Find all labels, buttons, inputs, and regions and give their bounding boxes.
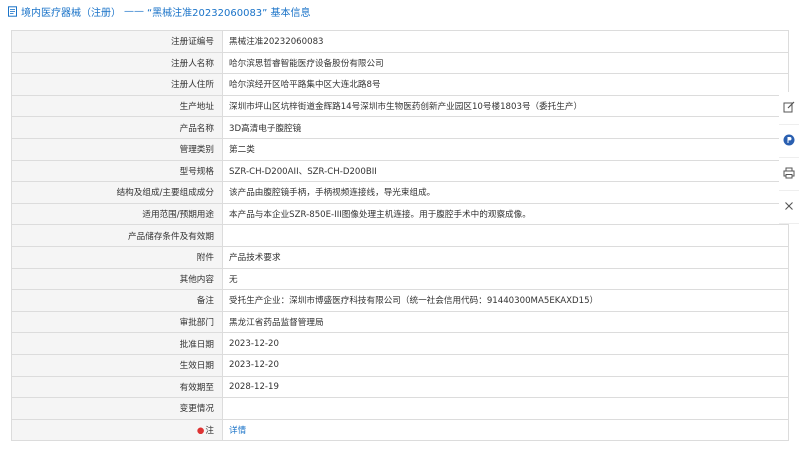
print-tool-button[interactable] xyxy=(779,158,799,191)
table-row: 型号规格 SZR-CH-D200AII、SZR-CH-D200BII xyxy=(11,159,789,183)
row-label: 审批部门 xyxy=(11,310,223,334)
row-value xyxy=(222,224,789,247)
table-row: 产品名称 3D高清电子腹腔镜 xyxy=(11,116,789,139)
table-row-note: ●注 详情 xyxy=(11,418,789,442)
row-value: 2028-12-19 xyxy=(222,375,789,399)
table-row: 注册人住所 哈尔滨经开区哈平路集中区大连北路8号 xyxy=(11,73,789,96)
required-star-icon: ● xyxy=(196,425,205,436)
row-label: 注册人名称 xyxy=(11,51,223,75)
page: 境内医疗器械（注册） —— “黑械注准20232060083” 基本信息 注册证… xyxy=(0,0,799,471)
table-row: 生产地址 深圳市坪山区坑梓街道金辉路14号深圳市生物医药创新产业园区10号楼18… xyxy=(11,94,789,118)
row-label: 结构及组成/主要组成成分 xyxy=(11,181,223,204)
row-value: 黑械注准20232060083 xyxy=(222,30,789,53)
table-row: 适用范围/预期用途 本产品与本企业SZR-850E-III图像处理主机连接。用于… xyxy=(11,202,789,226)
page-title: “黑械注准20232060083” 基本信息 xyxy=(147,7,311,19)
row-label: 附件 xyxy=(11,245,223,269)
header-separator: —— xyxy=(124,5,144,17)
print-icon xyxy=(783,167,795,182)
row-value: 该产品由腹腔镜手柄，手柄视频连接线，导光束组成。 xyxy=(222,181,789,204)
page-header: 境内医疗器械（注册） —— “黑械注准20232060083” 基本信息 xyxy=(0,0,799,22)
table-row: 变更情况 xyxy=(11,397,789,420)
row-value: 产品技术要求 xyxy=(222,245,789,269)
info-table: 注册证编号 黑械注准20232060083 注册人名称 哈尔滨思哲睿智能医疗设备… xyxy=(11,30,789,442)
row-value: 3D高清电子腹腔镜 xyxy=(222,116,789,139)
document-icon xyxy=(7,5,18,17)
row-label: 有效期至 xyxy=(11,375,223,399)
table-row: 注册证编号 黑械注准20232060083 xyxy=(11,30,789,53)
note-value-cell: 详情 xyxy=(222,418,789,442)
row-value: 第二类 xyxy=(222,137,789,161)
row-value: 哈尔滨经开区哈平路集中区大连北路8号 xyxy=(222,73,789,96)
row-value: 2023-12-20 xyxy=(222,353,789,377)
table-row: 结构及组成/主要组成成分 该产品由腹腔镜手柄，手柄视频连接线，导光束组成。 xyxy=(11,181,789,204)
table-row: 生效日期 2023-12-20 xyxy=(11,353,789,377)
row-label: 适用范围/预期用途 xyxy=(11,202,223,226)
table-row: 管理类别 第二类 xyxy=(11,137,789,161)
table-row: 有效期至 2028-12-19 xyxy=(11,375,789,399)
row-value: 深圳市坪山区坑梓街道金辉路14号深圳市生物医药创新产业园区10号楼1803号（委… xyxy=(222,94,789,118)
row-label: 产品储存条件及有效期 xyxy=(11,224,223,247)
row-value: 2023-12-20 xyxy=(222,332,789,355)
p-badge-tool-button[interactable] xyxy=(779,125,799,158)
row-value: 黑龙江省药品监督管理局 xyxy=(222,310,789,334)
edit-tool-button[interactable] xyxy=(779,92,799,125)
row-label: 批准日期 xyxy=(11,332,223,355)
row-value xyxy=(222,397,789,420)
table-row: 备注 受托生产企业：深圳市博盛医疗科技有限公司（统一社会信用代码：9144030… xyxy=(11,289,789,312)
note-label: 注 xyxy=(205,425,214,436)
table-row: 批准日期 2023-12-20 xyxy=(11,332,789,355)
note-label-cell: ●注 xyxy=(11,418,223,442)
table-row: 注册人名称 哈尔滨思哲睿智能医疗设备股份有限公司 xyxy=(11,51,789,75)
table-row: 产品储存条件及有效期 xyxy=(11,224,789,247)
row-label: 生效日期 xyxy=(11,353,223,377)
edit-icon xyxy=(783,101,795,116)
row-label: 其他内容 xyxy=(11,267,223,291)
table-row: 其他内容 无 xyxy=(11,267,789,291)
table-row: 审批部门 黑龙江省药品监督管理局 xyxy=(11,310,789,334)
close-icon xyxy=(784,201,794,214)
row-label: 变更情况 xyxy=(11,397,223,420)
row-value: 受托生产企业：深圳市博盛医疗科技有限公司（统一社会信用代码：91440300MA… xyxy=(222,289,789,312)
close-tool-button[interactable] xyxy=(779,191,799,224)
row-label: 注册人住所 xyxy=(11,73,223,96)
side-toolbar xyxy=(779,92,799,224)
header-section: 境内医疗器械（注册） xyxy=(21,7,121,19)
row-value: 哈尔滨思哲睿智能医疗设备股份有限公司 xyxy=(222,51,789,75)
row-label: 产品名称 xyxy=(11,116,223,139)
row-label: 生产地址 xyxy=(11,94,223,118)
details-link[interactable]: 详情 xyxy=(229,426,246,436)
row-label: 管理类别 xyxy=(11,137,223,161)
row-value: 本产品与本企业SZR-850E-III图像处理主机连接。用于腹腔手术中的观察成像… xyxy=(222,202,789,226)
table-row: 附件 产品技术要求 xyxy=(11,245,789,269)
row-label: 备注 xyxy=(11,289,223,312)
row-value: SZR-CH-D200AII、SZR-CH-D200BII xyxy=(222,159,789,183)
p-badge-icon xyxy=(783,134,795,149)
row-value: 无 xyxy=(222,267,789,291)
row-label: 注册证编号 xyxy=(11,30,223,53)
row-label: 型号规格 xyxy=(11,159,223,183)
